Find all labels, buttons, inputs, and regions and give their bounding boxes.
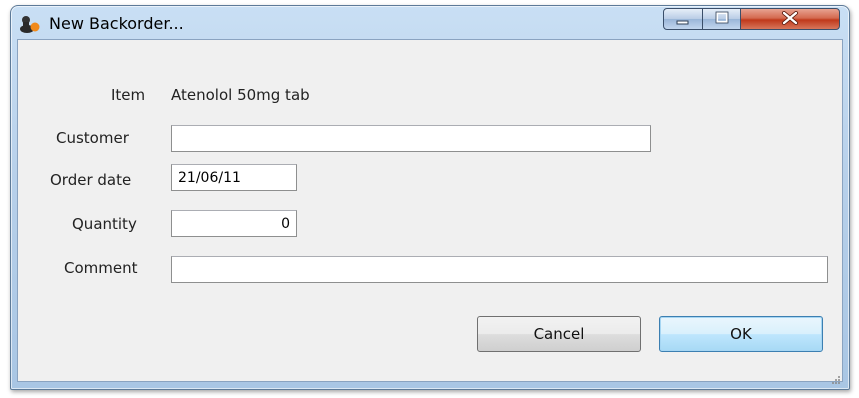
maximize-icon xyxy=(714,10,730,29)
quantity-label: Quantity xyxy=(72,215,137,233)
dialog-body: Item Atenolol 50mg tab Customer Order da… xyxy=(17,39,843,384)
minimize-icon xyxy=(675,10,691,29)
comment-field[interactable] xyxy=(171,256,828,283)
customer-label: Customer xyxy=(56,129,129,147)
quantity-field[interactable] xyxy=(171,210,297,237)
item-label: Item xyxy=(111,86,146,104)
dialog-window: New Backorder... Item Atenolol 50mg tab … xyxy=(10,5,850,390)
comment-label: Comment xyxy=(64,259,138,277)
order-date-field[interactable] xyxy=(171,164,297,191)
app-icon xyxy=(19,14,41,34)
maximize-button[interactable] xyxy=(702,8,741,30)
ok-button[interactable]: OK xyxy=(659,316,823,352)
order-date-label: Order date xyxy=(50,171,132,189)
cancel-button[interactable]: Cancel xyxy=(477,316,641,352)
title-bar[interactable]: New Backorder... xyxy=(11,6,849,40)
window-title: New Backorder... xyxy=(49,14,184,33)
close-button[interactable] xyxy=(740,8,840,30)
resize-grip-icon[interactable] xyxy=(831,370,841,384)
customer-field[interactable] xyxy=(171,125,651,152)
close-icon xyxy=(781,10,799,29)
minimize-button[interactable] xyxy=(663,8,703,30)
item-value: Atenolol 50mg tab xyxy=(171,86,310,104)
